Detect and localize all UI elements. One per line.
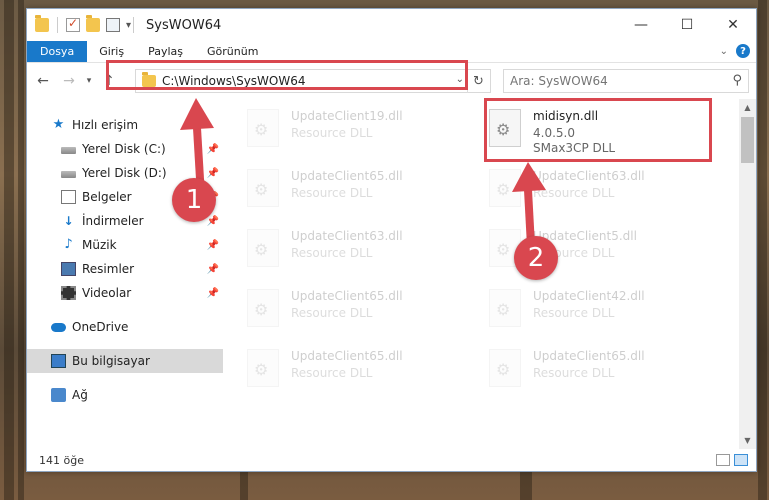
download-icon: ↓ bbox=[63, 214, 74, 228]
customize-toolbar-icon[interactable]: ▾ bbox=[126, 20, 131, 31]
scroll-thumb[interactable] bbox=[741, 117, 754, 163]
file-item[interactable]: ⚙ UpdateClient65.dll Resource DLL bbox=[247, 169, 467, 219]
videos-icon bbox=[61, 286, 76, 300]
forward-arrow-icon[interactable]: → bbox=[59, 73, 79, 89]
minimize-button[interactable]: — bbox=[618, 9, 664, 41]
dll-file-icon: ⚙ bbox=[247, 229, 279, 267]
view-toggles bbox=[716, 454, 748, 466]
pin-icon: 📌 bbox=[206, 167, 219, 179]
file-item[interactable]: ⚙ UpdateClient65.dll Resource DLL bbox=[489, 349, 709, 399]
file-item[interactable]: ⚙ UpdateClient19.dll Resource DLL bbox=[247, 109, 467, 159]
callout-badge-1: 1 bbox=[172, 178, 216, 222]
tab-home[interactable]: Giriş bbox=[87, 41, 136, 62]
scroll-up-icon[interactable]: ▲ bbox=[739, 99, 756, 116]
window-title: SysWOW64 bbox=[146, 17, 222, 33]
star-icon: ★ bbox=[52, 117, 65, 132]
file-highlight bbox=[484, 98, 712, 162]
nav-item-onedrive[interactable]: OneDrive bbox=[27, 315, 223, 339]
quick-access-toolbar: ▾ bbox=[27, 15, 131, 33]
pictures-icon bbox=[61, 262, 76, 276]
callout-badge-2: 2 bbox=[514, 236, 558, 280]
recent-locations-icon[interactable]: ▾ bbox=[79, 76, 99, 86]
item-count: 141 öğe bbox=[39, 453, 84, 467]
pin-icon: 📌 bbox=[206, 263, 219, 275]
address-bar-highlight bbox=[106, 60, 468, 90]
document-icon bbox=[61, 190, 76, 204]
close-button[interactable]: ✕ bbox=[710, 9, 756, 41]
status-bar: 141 öğe bbox=[27, 449, 756, 471]
help-icon[interactable]: ? bbox=[736, 44, 750, 58]
tab-view[interactable]: Görünüm bbox=[195, 41, 270, 62]
nav-item-local-disk-c[interactable]: Yerel Disk (C:) 📌 bbox=[27, 137, 223, 161]
back-arrow-icon[interactable]: ← bbox=[33, 73, 53, 89]
new-folder-icon[interactable] bbox=[86, 15, 100, 32]
expand-ribbon-icon[interactable]: ⌄ bbox=[720, 46, 728, 57]
details-view-icon[interactable] bbox=[716, 454, 730, 466]
network-icon bbox=[51, 388, 66, 402]
pin-icon: 📌 bbox=[206, 143, 219, 155]
vertical-scrollbar[interactable]: ▲ ▼ bbox=[739, 99, 756, 449]
file-item[interactable]: ⚙ UpdateClient63.dll Resource DLL bbox=[247, 229, 467, 279]
pin-icon: 📌 bbox=[206, 287, 219, 299]
dll-file-icon: ⚙ bbox=[247, 169, 279, 207]
scroll-down-icon[interactable]: ▼ bbox=[739, 432, 756, 449]
nav-item-videos[interactable]: Videolar 📌 bbox=[27, 281, 223, 305]
pin-icon: 📌 bbox=[206, 239, 219, 251]
disk-icon bbox=[61, 147, 76, 154]
dll-file-icon: ⚙ bbox=[489, 289, 521, 327]
nav-item-this-pc[interactable]: Bu bilgisayar bbox=[27, 349, 223, 373]
dll-file-icon: ⚙ bbox=[489, 169, 521, 207]
refresh-icon[interactable]: ↻ bbox=[467, 69, 489, 93]
nav-item-pictures[interactable]: Resimler 📌 bbox=[27, 257, 223, 281]
nav-item-network[interactable]: Ağ bbox=[27, 383, 223, 407]
nav-item-quick-access[interactable]: ★ Hızlı erişim bbox=[27, 113, 223, 137]
dll-file-icon: ⚙ bbox=[489, 349, 521, 387]
window-controls: — ☐ ✕ bbox=[618, 9, 756, 41]
title-bar: ▾ SysWOW64 — ☐ ✕ bbox=[27, 9, 756, 41]
folder-icon bbox=[35, 15, 49, 32]
maximize-button[interactable]: ☐ bbox=[664, 9, 710, 41]
nav-item-music[interactable]: ♪ Müzik 📌 bbox=[27, 233, 223, 257]
properties-check-icon[interactable] bbox=[66, 16, 80, 32]
search-icon[interactable]: ⚲ bbox=[732, 73, 742, 88]
properties-icon[interactable] bbox=[106, 18, 120, 32]
dll-file-icon: ⚙ bbox=[247, 109, 279, 147]
disk-icon bbox=[61, 171, 76, 178]
file-item[interactable]: ⚙ UpdateClient65.dll Resource DLL bbox=[247, 289, 467, 339]
file-item[interactable]: ⚙ UpdateClient42.dll Resource DLL bbox=[489, 289, 709, 339]
tab-file[interactable]: Dosya bbox=[27, 41, 88, 62]
file-item[interactable]: ⚙ UpdateClient65.dll Resource DLL bbox=[247, 349, 467, 399]
file-item[interactable]: ⚙ UpdateClient63.dll Resource DLL bbox=[489, 169, 709, 219]
cloud-icon bbox=[51, 322, 66, 332]
pin-icon: 📌 bbox=[206, 215, 219, 227]
music-icon: ♪ bbox=[64, 237, 73, 252]
dll-file-icon: ⚙ bbox=[247, 349, 279, 387]
dll-file-icon: ⚙ bbox=[247, 289, 279, 327]
search-input[interactable] bbox=[510, 74, 720, 88]
navigation-pane: ★ Hızlı erişim Yerel Disk (C:) 📌 Yerel D… bbox=[27, 99, 223, 449]
search-box[interactable]: ⚲ bbox=[503, 69, 749, 93]
tiles-view-icon[interactable] bbox=[734, 454, 748, 466]
tab-share[interactable]: Paylaş bbox=[136, 41, 195, 62]
computer-icon bbox=[51, 354, 66, 368]
